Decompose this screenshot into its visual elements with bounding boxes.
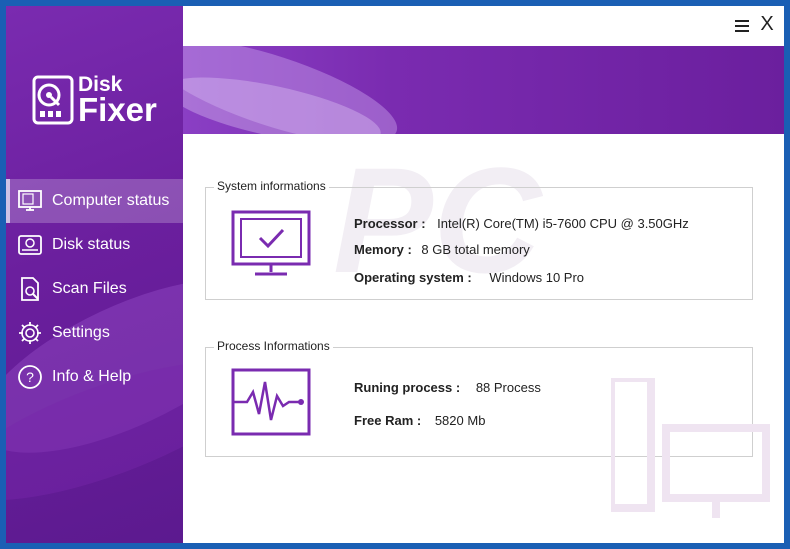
- system-info-title: System informations: [214, 179, 329, 193]
- sidebar-item-settings[interactable]: Settings: [6, 311, 183, 355]
- app-window: Disk Fixer Computer status Disk status S…: [6, 6, 784, 543]
- memory-value: 8 GB total memory: [421, 242, 530, 257]
- os-value: Windows 10 Pro: [489, 270, 585, 285]
- app-logo: Disk Fixer: [32, 74, 157, 126]
- monitor-icon: [16, 187, 44, 215]
- processor-label: Processor :: [354, 216, 426, 231]
- logo-text-fixer: Fixer: [78, 91, 157, 128]
- sidebar-item-label: Computer status: [52, 192, 170, 209]
- process-info-title: Process Informations: [214, 339, 333, 353]
- sidebar-item-label: Info & Help: [52, 368, 132, 385]
- system-info-group: System informations Processor : Intel(R)…: [205, 179, 753, 300]
- hdd-logo-icon: [32, 75, 74, 125]
- sidebar-item-label: Scan Files: [52, 280, 127, 297]
- hamburger-icon[interactable]: [732, 16, 752, 36]
- free-ram-value: 5820 Mb: [434, 413, 486, 428]
- os-label: Operating system :: [354, 270, 472, 285]
- question-icon: ?: [16, 363, 44, 391]
- sidebar-item-disk-status[interactable]: Disk status: [6, 223, 183, 267]
- disk-icon: [16, 231, 44, 259]
- watermark-computer-graphic: [611, 378, 770, 518]
- monitor-check-icon: [231, 210, 311, 276]
- file-search-icon: [16, 275, 44, 303]
- header-banner: [183, 46, 784, 134]
- sidebar-item-info-help[interactable]: ? Info & Help: [6, 355, 183, 399]
- processor-value: Intel(R) Core(TM) i5-7600 CPU @ 3.50GHz: [437, 216, 689, 231]
- free-ram-label: Free Ram :: [354, 413, 422, 428]
- close-button[interactable]: X: [756, 12, 778, 36]
- heartbeat-icon: [231, 368, 311, 436]
- sidebar-nav: Computer status Disk status Scan Files S…: [6, 179, 183, 399]
- main-content: PC System informations Processor : Intel…: [183, 134, 784, 543]
- title-bar: X: [183, 6, 784, 46]
- sidebar-item-computer-status[interactable]: Computer status: [6, 179, 183, 223]
- gear-icon: [16, 319, 44, 347]
- sidebar-item-label: Disk status: [52, 236, 131, 253]
- sidebar-item-scan-files[interactable]: Scan Files: [6, 267, 183, 311]
- memory-label: Memory :: [354, 242, 412, 257]
- sidebar-item-label: Settings: [52, 324, 110, 341]
- sidebar: Disk Fixer Computer status Disk status S…: [6, 6, 183, 543]
- svg-text:?: ?: [26, 369, 34, 385]
- running-process-label: Runing process :: [354, 380, 461, 395]
- running-process-value: 88 Process: [475, 380, 541, 395]
